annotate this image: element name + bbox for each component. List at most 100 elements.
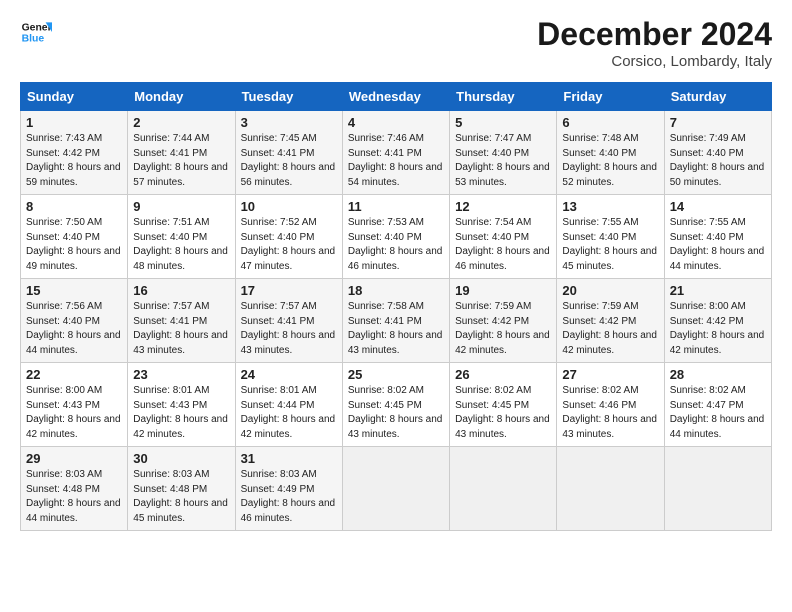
calendar-cell: 8 Sunrise: 7:50 AMSunset: 4:40 PMDaylight… <box>21 195 128 279</box>
day-details: Sunrise: 7:46 AMSunset: 4:41 PMDaylight:… <box>348 132 444 190</box>
calendar-week-row: 22 Sunrise: 8:00 AMSunset: 4:43 PMDayligh… <box>21 363 772 447</box>
calendar-cell: 2 Sunrise: 7:44 AMSunset: 4:41 PMDaylight… <box>128 111 235 195</box>
calendar-cell: 9 Sunrise: 7:51 AMSunset: 4:40 PMDaylight… <box>128 195 235 279</box>
day-details: Sunrise: 7:58 AMSunset: 4:41 PMDaylight:… <box>348 300 444 358</box>
day-details: Sunrise: 8:02 AMSunset: 4:45 PMDaylight:… <box>455 384 551 442</box>
calendar-cell: 4 Sunrise: 7:46 AMSunset: 4:41 PMDaylight… <box>342 111 449 195</box>
day-number: 21 <box>670 283 766 298</box>
calendar-cell <box>664 447 771 531</box>
calendar-cell: 17Sunrise: 7:57 AMSunset: 4:41 PMDayligh… <box>235 279 342 363</box>
day-details: Sunrise: 7:55 AMSunset: 4:40 PMDaylight:… <box>562 216 658 274</box>
calendar-cell: 1 Sunrise: 7:43 AMSunset: 4:42 PMDaylight… <box>21 111 128 195</box>
logo-icon: General Blue <box>20 16 52 48</box>
calendar-cell: 30 Sunrise: 8:03 AMSunset: 4:48 PMDayligh… <box>128 447 235 531</box>
day-details: Sunrise: 7:45 AMSunset: 4:41 PMDaylight:… <box>241 132 337 190</box>
calendar-cell: 21 Sunrise: 8:00 AMSunset: 4:42 PMDayligh… <box>664 279 771 363</box>
day-number: 20 <box>562 283 658 298</box>
day-number: 1 <box>26 115 122 130</box>
day-details: Sunrise: 7:56 AMSunset: 4:40 PMDaylight:… <box>26 300 122 358</box>
weekday-header: Friday <box>557 83 664 111</box>
calendar-cell: 18 Sunrise: 7:58 AMSunset: 4:41 PMDayligh… <box>342 279 449 363</box>
logo: General Blue <box>20 16 52 48</box>
calendar-week-row: 1 Sunrise: 7:43 AMSunset: 4:42 PMDaylight… <box>21 111 772 195</box>
day-number: 31 <box>241 451 337 466</box>
calendar-body: 1 Sunrise: 7:43 AMSunset: 4:42 PMDaylight… <box>21 111 772 531</box>
calendar-table: SundayMondayTuesdayWednesdayThursdayFrid… <box>20 82 772 531</box>
day-number: 18 <box>348 283 444 298</box>
calendar-week-row: 29Sunrise: 8:03 AMSunset: 4:48 PMDayligh… <box>21 447 772 531</box>
calendar-cell: 16 Sunrise: 7:57 AMSunset: 4:41 PMDayligh… <box>128 279 235 363</box>
calendar-cell: 31Sunrise: 8:03 AMSunset: 4:49 PMDayligh… <box>235 447 342 531</box>
day-number: 16 <box>133 283 229 298</box>
day-details: Sunrise: 8:03 AMSunset: 4:48 PMDaylight:… <box>133 468 229 526</box>
day-number: 28 <box>670 367 766 382</box>
day-number: 8 <box>26 199 122 214</box>
day-details: Sunrise: 8:01 AMSunset: 4:43 PMDaylight:… <box>133 384 229 442</box>
day-details: Sunrise: 8:03 AMSunset: 4:48 PMDaylight:… <box>26 468 122 526</box>
location: Corsico, Lombardy, Italy <box>537 53 772 70</box>
day-number: 4 <box>348 115 444 130</box>
weekday-header: Tuesday <box>235 83 342 111</box>
calendar-cell <box>342 447 449 531</box>
calendar-cell: 7Sunrise: 7:49 AMSunset: 4:40 PMDaylight… <box>664 111 771 195</box>
day-details: Sunrise: 8:02 AMSunset: 4:47 PMDaylight:… <box>670 384 766 442</box>
day-number: 30 <box>133 451 229 466</box>
weekday-header: Saturday <box>664 83 771 111</box>
calendar-cell: 23 Sunrise: 8:01 AMSunset: 4:43 PMDayligh… <box>128 363 235 447</box>
calendar-cell: 26 Sunrise: 8:02 AMSunset: 4:45 PMDayligh… <box>450 363 557 447</box>
calendar-cell: 22 Sunrise: 8:00 AMSunset: 4:43 PMDayligh… <box>21 363 128 447</box>
day-details: Sunrise: 8:02 AMSunset: 4:46 PMDaylight:… <box>562 384 658 442</box>
day-number: 22 <box>26 367 122 382</box>
day-details: Sunrise: 7:55 AMSunset: 4:40 PMDaylight:… <box>670 216 766 274</box>
day-details: Sunrise: 8:00 AMSunset: 4:43 PMDaylight:… <box>26 384 122 442</box>
calendar-week-row: 8 Sunrise: 7:50 AMSunset: 4:40 PMDaylight… <box>21 195 772 279</box>
day-details: Sunrise: 7:57 AMSunset: 4:41 PMDaylight:… <box>241 300 337 358</box>
day-number: 5 <box>455 115 551 130</box>
day-details: Sunrise: 8:00 AMSunset: 4:42 PMDaylight:… <box>670 300 766 358</box>
day-number: 14 <box>670 199 766 214</box>
calendar-cell: 27 Sunrise: 8:02 AMSunset: 4:46 PMDayligh… <box>557 363 664 447</box>
weekday-header: Monday <box>128 83 235 111</box>
main-container: General Blue December 2024 Corsico, Lomb… <box>0 0 792 541</box>
calendar-cell: 25Sunrise: 8:02 AMSunset: 4:45 PMDayligh… <box>342 363 449 447</box>
calendar-cell: 10Sunrise: 7:52 AMSunset: 4:40 PMDayligh… <box>235 195 342 279</box>
calendar-cell: 11 Sunrise: 7:53 AMSunset: 4:40 PMDayligh… <box>342 195 449 279</box>
day-details: Sunrise: 7:51 AMSunset: 4:40 PMDaylight:… <box>133 216 229 274</box>
day-number: 15 <box>26 283 122 298</box>
header: General Blue December 2024 Corsico, Lomb… <box>20 16 772 70</box>
calendar-cell: 13Sunrise: 7:55 AMSunset: 4:40 PMDayligh… <box>557 195 664 279</box>
calendar-cell: 29Sunrise: 8:03 AMSunset: 4:48 PMDayligh… <box>21 447 128 531</box>
day-number: 26 <box>455 367 551 382</box>
calendar-cell: 20 Sunrise: 7:59 AMSunset: 4:42 PMDayligh… <box>557 279 664 363</box>
calendar-cell: 14 Sunrise: 7:55 AMSunset: 4:40 PMDayligh… <box>664 195 771 279</box>
day-details: Sunrise: 8:02 AMSunset: 4:45 PMDaylight:… <box>348 384 444 442</box>
day-details: Sunrise: 7:59 AMSunset: 4:42 PMDaylight:… <box>562 300 658 358</box>
calendar-cell: 6Sunrise: 7:48 AMSunset: 4:40 PMDaylight… <box>557 111 664 195</box>
day-number: 11 <box>348 199 444 214</box>
day-number: 23 <box>133 367 229 382</box>
calendar-cell: 28 Sunrise: 8:02 AMSunset: 4:47 PMDayligh… <box>664 363 771 447</box>
day-details: Sunrise: 7:50 AMSunset: 4:40 PMDaylight:… <box>26 216 122 274</box>
calendar-cell: 3 Sunrise: 7:45 AMSunset: 4:41 PMDaylight… <box>235 111 342 195</box>
day-number: 24 <box>241 367 337 382</box>
day-details: Sunrise: 7:44 AMSunset: 4:41 PMDaylight:… <box>133 132 229 190</box>
day-details: Sunrise: 7:57 AMSunset: 4:41 PMDaylight:… <box>133 300 229 358</box>
month-title: December 2024 <box>537 16 772 53</box>
day-number: 27 <box>562 367 658 382</box>
day-details: Sunrise: 7:47 AMSunset: 4:40 PMDaylight:… <box>455 132 551 190</box>
weekday-header: Sunday <box>21 83 128 111</box>
day-number: 3 <box>241 115 337 130</box>
calendar-cell: 24 Sunrise: 8:01 AMSunset: 4:44 PMDayligh… <box>235 363 342 447</box>
day-number: 6 <box>562 115 658 130</box>
day-number: 9 <box>133 199 229 214</box>
day-details: Sunrise: 7:53 AMSunset: 4:40 PMDaylight:… <box>348 216 444 274</box>
day-details: Sunrise: 7:52 AMSunset: 4:40 PMDaylight:… <box>241 216 337 274</box>
day-number: 2 <box>133 115 229 130</box>
title-block: December 2024 Corsico, Lombardy, Italy <box>537 16 772 70</box>
day-details: Sunrise: 8:01 AMSunset: 4:44 PMDaylight:… <box>241 384 337 442</box>
calendar-week-row: 15 Sunrise: 7:56 AMSunset: 4:40 PMDayligh… <box>21 279 772 363</box>
calendar-cell: 12Sunrise: 7:54 AMSunset: 4:40 PMDayligh… <box>450 195 557 279</box>
day-details: Sunrise: 7:43 AMSunset: 4:42 PMDaylight:… <box>26 132 122 190</box>
calendar-cell: 15 Sunrise: 7:56 AMSunset: 4:40 PMDayligh… <box>21 279 128 363</box>
calendar-cell: 19Sunrise: 7:59 AMSunset: 4:42 PMDayligh… <box>450 279 557 363</box>
